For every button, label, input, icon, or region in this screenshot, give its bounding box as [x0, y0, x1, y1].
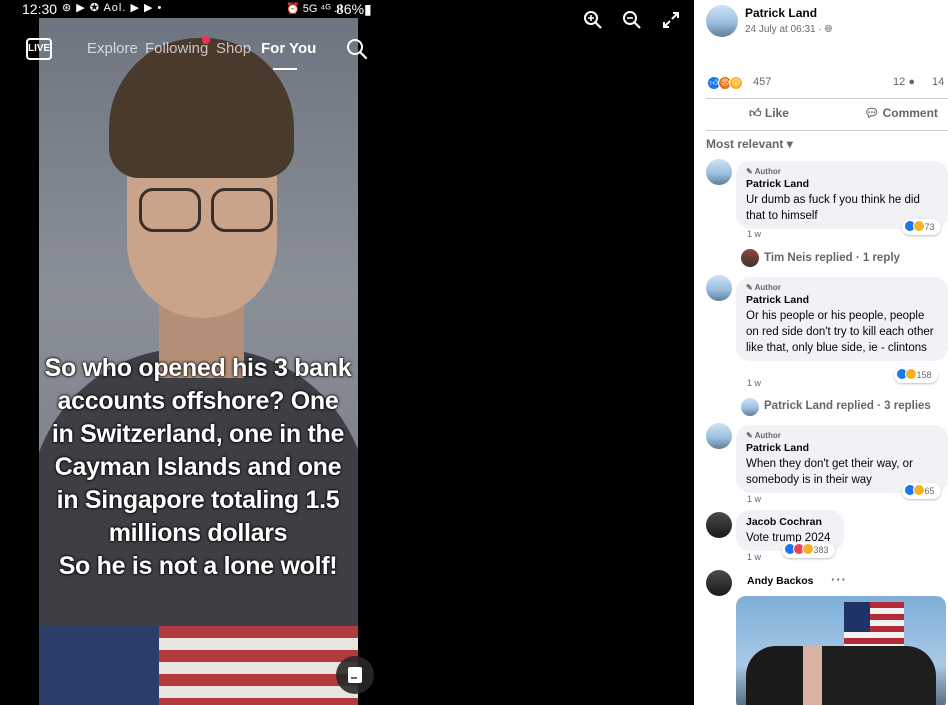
avatar[interactable] — [706, 512, 732, 538]
author-badge: ✎ Author — [746, 167, 781, 176]
tiktok-top-nav: LIVE Explore Following Shop For You — [0, 30, 390, 74]
phone-status-bar: 12:30 ⊛ ▶ ✪ Aol. ▶ ▶ • ⏰ 5G ⁴ᴳ .ıl 86%▮ — [0, 0, 380, 20]
haha-reaction-icon — [905, 368, 917, 380]
divider — [706, 130, 948, 131]
comment-time[interactable]: 1 w — [747, 378, 761, 388]
avatar — [741, 398, 759, 416]
comment-time[interactable]: 1 w — [747, 229, 761, 239]
caption-line: So he is not a lone wolf! — [58, 552, 338, 580]
comment-author[interactable]: Patrick Land — [746, 441, 938, 456]
avatar — [741, 249, 759, 267]
caption-line: millions dollars — [108, 519, 288, 547]
haha-reaction-icon — [913, 220, 925, 232]
comment-author[interactable]: Jacob Cochran — [746, 515, 834, 530]
globe-icon: 🌐︎ — [824, 24, 833, 35]
post-timestamp[interactable]: 24 July at 06:31 · 🌐︎ — [745, 24, 833, 35]
comment-photo[interactable] — [736, 596, 946, 705]
battery-level: 86%▮ — [336, 1, 372, 17]
comment-icon: 💬︎ — [864, 106, 880, 120]
fullscreen-icon[interactable] — [661, 10, 681, 30]
author-badge: ✎ Author — [746, 431, 781, 440]
share-count[interactable]: 14 — [932, 76, 944, 88]
avatar[interactable] — [706, 570, 732, 596]
comment-bubble: ✎ Author Patrick Land Or his people or h… — [736, 277, 948, 361]
tab-explore: Explore — [87, 40, 138, 57]
caption-line: So who opened his 3 bank — [44, 354, 352, 382]
haha-reaction-icon — [913, 484, 925, 496]
haha-reaction-icon — [802, 543, 814, 555]
comment-reactions[interactable]: 65 — [902, 483, 941, 499]
author-badge: ✎ Author — [746, 283, 781, 292]
comment-time[interactable]: 1 w — [747, 494, 761, 504]
reaction-icons[interactable]: 👍︎ 😠︎ 😮︎ — [707, 76, 751, 90]
thumbs-up-icon: 👍︎ — [749, 106, 762, 120]
comment-author[interactable]: Andy Backos — [747, 574, 814, 589]
view-replies-link[interactable]: Patrick Land replied · 3 replies — [764, 400, 931, 412]
sort-dropdown[interactable]: Most relevant ▾ — [706, 137, 793, 151]
comment-reactions[interactable]: 73 — [902, 219, 941, 235]
note-icon — [348, 667, 362, 683]
caption-line: Cayman Islands and one — [54, 453, 342, 481]
more-options-icon[interactable]: ··· — [831, 572, 847, 587]
tab-for-you: For You — [261, 40, 317, 57]
wow-reaction-icon: 😮︎ — [729, 76, 743, 90]
comment-bubble-icon: ● — [908, 76, 915, 88]
notification-icons: ⊛ ▶ ✪ Aol. ▶ ▶ • — [62, 2, 163, 14]
reaction-count[interactable]: 457 — [753, 76, 771, 88]
avatar[interactable] — [706, 275, 732, 301]
avatar[interactable] — [706, 159, 732, 185]
notification-dot — [202, 36, 210, 44]
network-icons: ⏰ 5G ⁴ᴳ .ıl — [286, 3, 343, 15]
status-time: 12:30 — [22, 1, 58, 17]
zoom-in-icon[interactable] — [583, 10, 603, 30]
post-panel: Patrick Land 24 July at 06:31 · 🌐︎ 👍︎ 😠︎… — [694, 0, 948, 705]
comment-author[interactable]: Patrick Land — [746, 177, 938, 192]
media-viewer: So who opened his 3 bank accounts offsho… — [0, 0, 694, 705]
comment-time[interactable]: 1 w — [747, 552, 761, 562]
caption-line: in Switzerland, one in the — [51, 420, 345, 448]
live-icon: LIVE — [26, 38, 52, 60]
zoom-out-icon[interactable] — [622, 10, 642, 30]
avatar[interactable] — [706, 5, 738, 37]
comment-reactions[interactable]: 383 — [782, 542, 835, 558]
note-button[interactable] — [336, 656, 374, 694]
caption-line: accounts offshore? One — [57, 387, 339, 415]
caption-line: in Singapore totaling 1.5 — [56, 486, 340, 514]
glasses — [139, 188, 201, 232]
caret-down-icon: ▾ — [786, 137, 793, 151]
comment-text: Or his people or his people, people on r… — [746, 310, 934, 354]
comment-reactions[interactable]: 158 — [894, 367, 938, 383]
view-replies-link[interactable]: Tim Neis replied · 1 reply — [764, 252, 900, 264]
comment-author[interactable]: Patrick Land — [746, 293, 938, 308]
post-author[interactable]: Patrick Land — [745, 6, 817, 20]
comment-button[interactable]: 💬︎ Comment — [864, 106, 938, 120]
avatar[interactable] — [706, 423, 732, 449]
tab-following: Following — [145, 40, 209, 57]
active-tab-indicator — [273, 68, 297, 70]
divider — [706, 98, 948, 99]
tab-shop: Shop — [216, 40, 252, 57]
search-icon — [347, 39, 368, 60]
like-button[interactable]: 👍︎ Like — [749, 106, 789, 121]
comment-count[interactable]: 12 ● — [893, 76, 915, 88]
caption-overlay: So who opened his 3 bank accounts offsho… — [30, 352, 366, 583]
